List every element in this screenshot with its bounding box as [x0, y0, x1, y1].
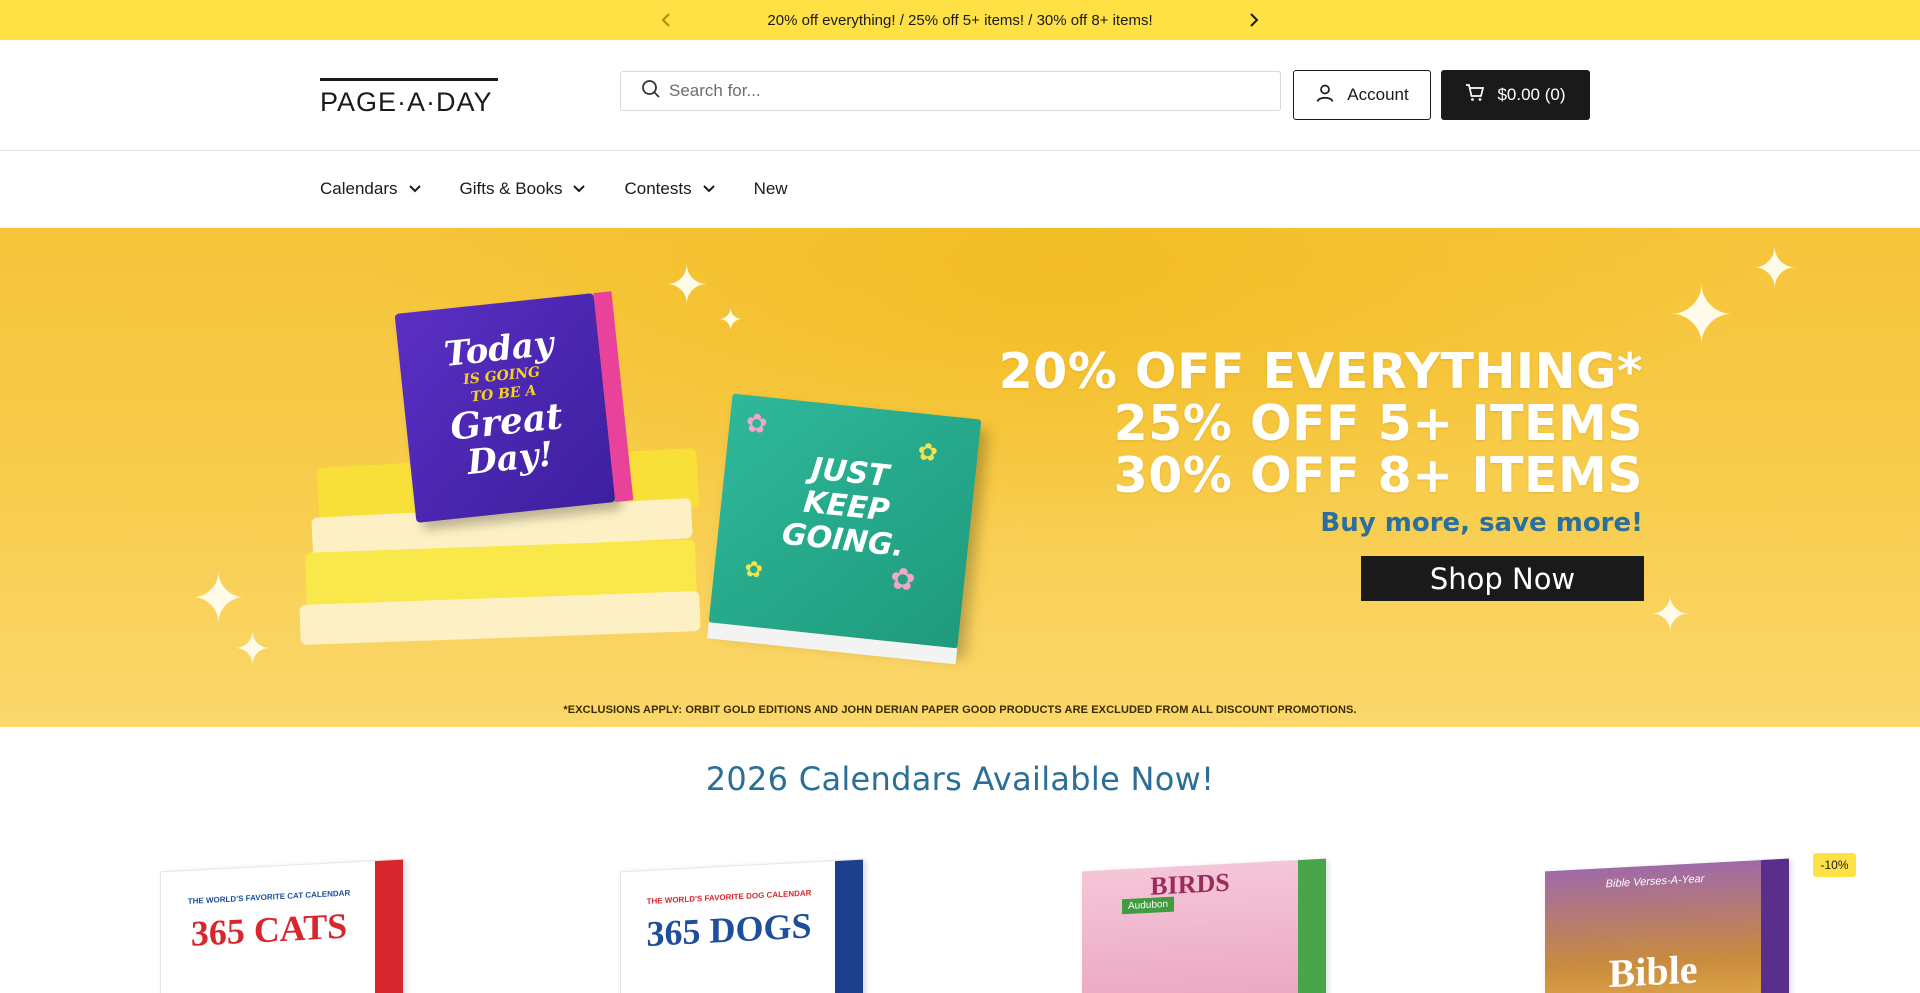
- product-title: 365 CATS: [190, 905, 348, 954]
- product-title: 365 DOGS: [646, 905, 812, 955]
- flower-icon: ✿: [916, 438, 940, 468]
- flower-icon: ✿: [743, 555, 765, 583]
- promo-line: 20% OFF EVERYTHING*: [998, 343, 1643, 400]
- sparkle-icon: ✦: [1650, 589, 1691, 642]
- announcement-bar: 20% off everything! / 25% off 5+ items! …: [0, 0, 1920, 40]
- promo-subline: Buy more, save more!: [1320, 508, 1643, 538]
- promo-disclaimer: *EXCLUSIONS APPLY: ORBIT GOLD EDITIONS A…: [563, 704, 1357, 716]
- product-card[interactable]: THE WORLD'S FAVORITE DOG CALENDAR 365 DO…: [620, 858, 864, 993]
- nav-item-gifts-books[interactable]: Gifts & Books: [460, 179, 587, 199]
- product-image-side: [375, 859, 403, 993]
- promo-text: 20% OFF EVERYTHING* 25% OFF 5+ ITEMS 30%…: [998, 343, 1643, 539]
- promo-line: 30% OFF 8+ ITEMS: [1113, 447, 1643, 504]
- announcement-text[interactable]: 20% off everything! / 25% off 5+ items! …: [767, 12, 1152, 29]
- hero-banner[interactable]: ✦ ✦ ✦ ✦ ✦ ✦ ✦ Today IS GOING TO BE A Gre…: [0, 228, 1920, 727]
- product-image: Bible Verses-A-Year Bible: [1545, 858, 1789, 993]
- product-title: Bible: [1608, 946, 1698, 993]
- chevron-right-icon[interactable]: [1242, 8, 1266, 32]
- flower-icon: ✿: [744, 407, 770, 440]
- sparkle-icon: ✦: [718, 304, 744, 337]
- nav-item-label: Calendars: [320, 179, 398, 198]
- cart-total: $0.00 (0): [1497, 85, 1566, 104]
- chevron-left-icon[interactable]: [654, 8, 678, 32]
- section-title: 2026 Calendars Available Now!: [705, 760, 1215, 798]
- product-image: THE WORLD'S FAVORITE CAT CALENDAR 365 CA…: [160, 858, 404, 993]
- product-image-side: [835, 859, 863, 993]
- search-icon: [641, 79, 661, 104]
- chevron-down-icon: [702, 179, 716, 199]
- user-icon: [1315, 83, 1335, 108]
- product-image: THE WORLD'S FAVORITE DOG CALENDAR 365 DO…: [620, 858, 864, 993]
- discount-badge: -10%: [1813, 853, 1856, 877]
- nav-item-new[interactable]: New: [754, 179, 788, 199]
- nav-item-calendars[interactable]: Calendars: [320, 179, 422, 199]
- main-nav: Calendars Gifts & Books Contests New: [0, 151, 1920, 227]
- sparkle-icon: ✦: [665, 257, 709, 315]
- sparkle-icon: ✦: [190, 561, 247, 637]
- product-card[interactable]: THE WORLD'S FAVORITE CAT CALENDAR 365 CA…: [160, 858, 404, 993]
- chevron-down-icon: [408, 179, 422, 199]
- product-title: BIRDS: [1150, 867, 1230, 901]
- nav-item-label: Gifts & Books: [459, 179, 563, 198]
- product-tagline: Bible Verses-A-Year: [1605, 873, 1705, 891]
- nav-item-contests[interactable]: Contests: [624, 179, 715, 199]
- account-label: Account: [1347, 85, 1409, 104]
- sparkle-icon: ✦: [1752, 239, 1798, 299]
- sparkle-icon: ✦: [1668, 271, 1736, 360]
- cart-button[interactable]: $0.00 (0): [1441, 70, 1590, 120]
- nav-item-label: Contests: [624, 179, 692, 198]
- site-logo[interactable]: PAGE·A·DAY: [320, 78, 498, 118]
- site-header: PAGE·A·DAY Account $0.00 (0): [0, 40, 1920, 151]
- shop-now-button[interactable]: Shop Now: [1361, 556, 1644, 601]
- product-image-today-calendar: Today IS GOING TO BE A Great Day!: [394, 291, 634, 523]
- cart-icon: [1465, 83, 1485, 108]
- promo-line: 25% OFF 5+ ITEMS: [1113, 395, 1643, 452]
- product-card[interactable]: Audubon BIRDS: [1082, 858, 1326, 993]
- logo-bar: [320, 78, 498, 81]
- account-button[interactable]: Account: [1293, 70, 1431, 120]
- sparkle-icon: ✦: [234, 625, 271, 674]
- nav-item-label: New: [753, 179, 788, 198]
- product-image-side: [1761, 858, 1789, 993]
- product-card[interactable]: Bible Verses-A-Year Bible: [1545, 858, 1789, 993]
- search-box[interactable]: [620, 71, 1281, 111]
- search-input[interactable]: [669, 81, 1249, 101]
- product-image-side: [1298, 858, 1326, 993]
- product-image-keep-going-calendar: JUST KEEP GOING. ✿ ✿ ✿ ✿: [706, 393, 982, 665]
- chevron-down-icon: [572, 179, 586, 199]
- product-image: Audubon BIRDS: [1082, 858, 1326, 993]
- logo-text: PAGE·A·DAY: [320, 87, 493, 117]
- flower-icon: ✿: [888, 562, 917, 598]
